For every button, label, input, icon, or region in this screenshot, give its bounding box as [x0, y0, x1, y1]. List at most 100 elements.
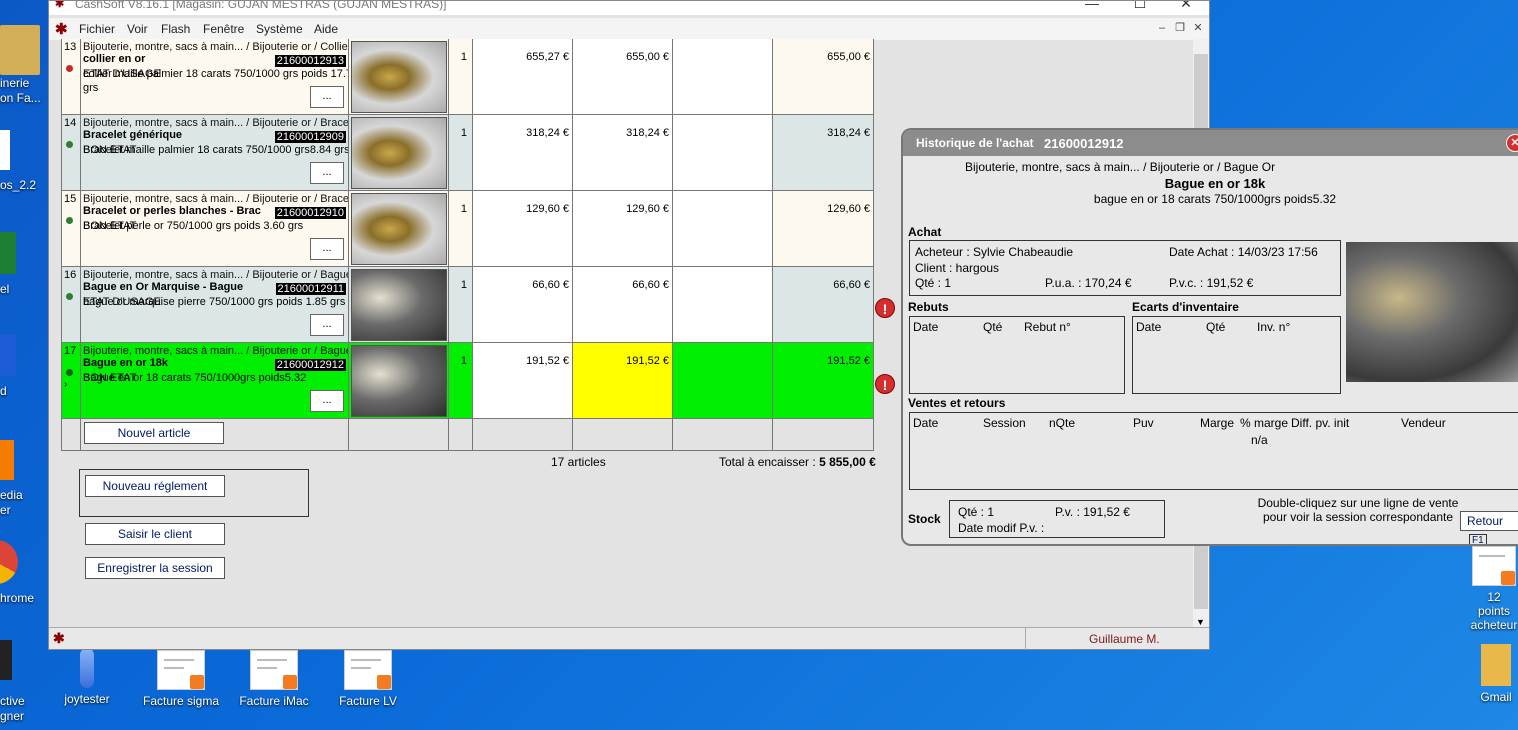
table-row[interactable]: 13 Bijouterie, montre, sacs à main... / B…: [61, 39, 874, 115]
column-header: Marge: [1200, 416, 1235, 430]
achat-section-title: Achat: [908, 225, 942, 239]
app-icon[interactable]: [0, 640, 12, 680]
sale-price-cell[interactable]: 655,00 €: [573, 39, 673, 114]
minimize-icon[interactable]: —: [1069, 1, 1115, 11]
table-row[interactable]: 17 Bijouterie, montre, sacs à main... / B…: [61, 343, 874, 419]
product-thumbnail[interactable]: [351, 193, 447, 265]
desktop-label: edia: [0, 488, 23, 502]
discount-cell[interactable]: [673, 267, 773, 342]
price-cell[interactable]: 191,52 €: [473, 343, 573, 418]
stock-date-modif: Date modif P.v. :: [958, 521, 1045, 535]
total-price-cell[interactable]: 66,60 €: [773, 267, 874, 342]
menu-voir[interactable]: Voir: [127, 22, 148, 36]
details-button[interactable]: ...: [310, 86, 344, 108]
discount-cell[interactable]: [673, 343, 773, 418]
qty-cell[interactable]: 1: [449, 343, 473, 418]
close-icon[interactable]: ✕: [1163, 1, 1209, 12]
product-thumbnail[interactable]: [351, 345, 447, 417]
status-logo-icon: ✱: [53, 630, 65, 646]
table-row[interactable]: 14 Bijouterie, montre, sacs à main... / B…: [61, 115, 874, 191]
desktop-icon-facture-sigma[interactable]: Facture sigma: [140, 650, 222, 708]
document-icon[interactable]: [0, 130, 10, 170]
total-price-cell[interactable]: 191,52 €: [773, 343, 874, 418]
ventes-table[interactable]: Date Session nQte Puv Marge % marge Diff…: [909, 412, 1518, 490]
warning-icon[interactable]: !: [875, 374, 895, 394]
menu-fichier[interactable]: Fichier: [79, 22, 115, 36]
discount-cell[interactable]: [673, 115, 773, 190]
menu-systeme[interactable]: Système: [256, 22, 303, 36]
status-dot-icon: [66, 293, 73, 300]
mdi-close-icon[interactable]: ✕: [1191, 21, 1205, 35]
stock-box: Qté : 1 P.v. : 191,52 € Date modif P.v. …: [949, 500, 1165, 538]
image-cell: [349, 39, 449, 114]
description-cell: Bijouterie, montre, sacs à main... / Bij…: [81, 191, 349, 266]
table-row[interactable]: 15 Bijouterie, montre, sacs à main... / B…: [61, 191, 874, 267]
price-cell[interactable]: 66,60 €: [473, 267, 573, 342]
mdi-minimize-icon[interactable]: –: [1155, 21, 1169, 35]
image-cell: [349, 267, 449, 342]
retour-button[interactable]: Retour F1: [1460, 511, 1518, 544]
sale-price-cell[interactable]: 66,60 €: [573, 267, 673, 342]
table-cell: [349, 419, 449, 450]
qty-cell[interactable]: 1: [449, 115, 473, 190]
qty-cell[interactable]: 1: [449, 39, 473, 114]
details-button[interactable]: ...: [310, 390, 344, 412]
total-price-cell[interactable]: 655,00 €: [773, 39, 874, 114]
price-cell[interactable]: 318,24 €: [473, 115, 573, 190]
discount-cell[interactable]: [673, 39, 773, 114]
desktop-icon-gmail[interactable]: Gmail: [1474, 644, 1518, 704]
word-icon[interactable]: [0, 334, 16, 376]
qty-cell[interactable]: 1: [449, 267, 473, 342]
close-icon[interactable]: ✕: [1506, 134, 1518, 152]
mdi-restore-icon[interactable]: ❐: [1173, 21, 1187, 35]
title-bar: ✱ CashSoft V8.16.1 [Magasin: GUJAN MESTR…: [49, 1, 1209, 15]
product-thumbnail[interactable]: [351, 41, 447, 113]
nouveau-reglement-button[interactable]: Nouveau réglement: [85, 475, 225, 497]
menu-aide[interactable]: Aide: [314, 22, 338, 36]
discount-cell[interactable]: [673, 191, 773, 266]
details-button[interactable]: ...: [310, 238, 344, 260]
details-button[interactable]: ...: [310, 162, 344, 184]
table-row[interactable]: 16 Bijouterie, montre, sacs à main... / B…: [61, 267, 874, 343]
sale-price-cell[interactable]: 129,60 €: [573, 191, 673, 266]
scroll-down-icon[interactable]: ▼: [1196, 617, 1205, 627]
total-price-cell[interactable]: 129,60 €: [773, 191, 874, 266]
desktop-icon-joytester[interactable]: joytester: [62, 648, 112, 706]
item-category: Bijouterie, montre, sacs à main... / Bij…: [83, 193, 349, 205]
product-thumbnail[interactable]: [351, 269, 447, 341]
folder-icon[interactable]: [0, 25, 40, 75]
desktop-icon-label: joytester: [64, 692, 110, 706]
client: Client : hargous: [915, 261, 1000, 275]
column-header: Diff. pv. init: [1291, 416, 1350, 430]
status-dot-icon: [66, 369, 73, 376]
excel-icon[interactable]: [0, 232, 16, 274]
price-cell[interactable]: 129,60 €: [473, 191, 573, 266]
sale-price-cell[interactable]: 318,24 €: [573, 115, 673, 190]
total-price-cell[interactable]: 318,24 €: [773, 115, 874, 190]
hint-line1: Double-cliquez sur une ligne de vente: [1257, 496, 1459, 510]
sale-price-cell[interactable]: 191,52 €: [573, 343, 673, 418]
row-selector-icon: ›: [64, 379, 68, 390]
enregistrer-session-button[interactable]: Enregistrer la session: [85, 557, 225, 579]
menu-fenetre[interactable]: Fenêtre: [203, 22, 244, 36]
menu-flash[interactable]: Flash: [161, 22, 190, 36]
achat-pvc: P.v.c. : 191,52 €: [1169, 276, 1254, 290]
desktop-icon-12-points[interactable]: 12 points acheteur: [1470, 546, 1518, 632]
product-thumbnail[interactable]: [351, 117, 447, 189]
price-cell[interactable]: 655,27 €: [473, 39, 573, 114]
details-button[interactable]: ...: [310, 314, 344, 336]
vlc-icon[interactable]: [0, 440, 14, 480]
nouvel-article-button[interactable]: Nouvel article: [84, 422, 224, 444]
saisir-client-button[interactable]: Saisir le client: [85, 523, 225, 545]
warning-icon[interactable]: !: [875, 298, 895, 318]
desktop-icon-facture-lv[interactable]: Facture LV: [332, 650, 404, 708]
qty-cell[interactable]: 1: [449, 191, 473, 266]
desktop-icon-facture-imac[interactable]: Facture iMac: [236, 650, 312, 708]
acheteur: Acheteur : Sylvie Chabeaudie: [915, 245, 1074, 259]
maximize-icon[interactable]: ☐: [1117, 1, 1163, 12]
app-menu-icon[interactable]: ✱: [55, 20, 71, 38]
item-desc-extra: grs: [83, 82, 99, 94]
row-number: 13: [64, 41, 77, 53]
table-border: [61, 39, 62, 451]
table-cell: [773, 419, 874, 450]
